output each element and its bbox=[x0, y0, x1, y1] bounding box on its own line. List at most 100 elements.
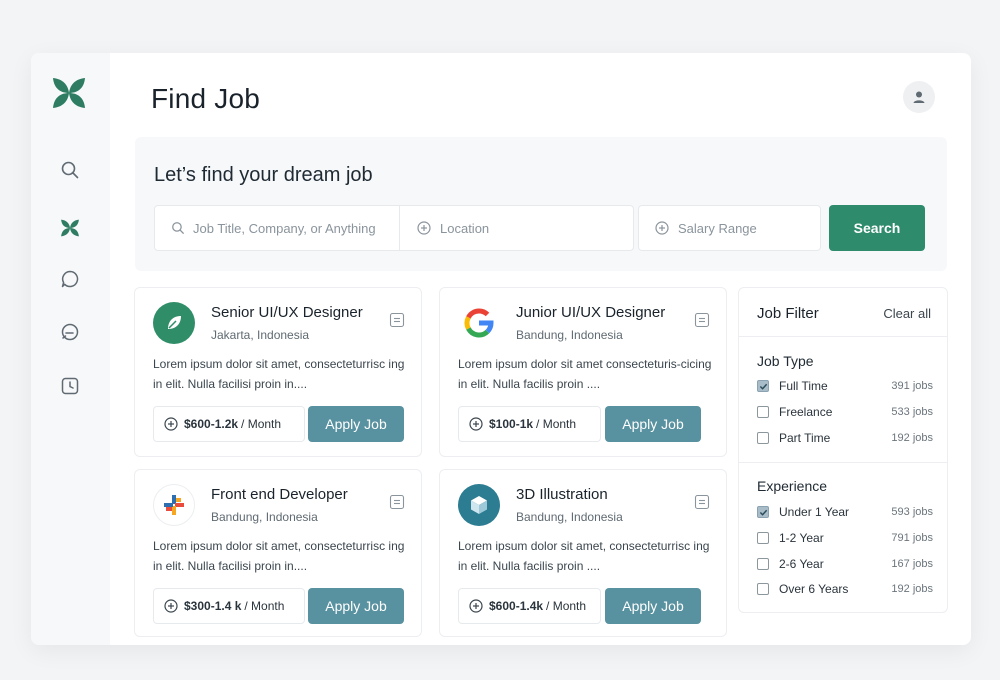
option-count: 192 jobs bbox=[891, 432, 933, 444]
keyword-input[interactable] bbox=[193, 220, 383, 236]
save-job-icon[interactable] bbox=[694, 312, 710, 328]
job-card[interactable]: Senior UI/UX Designer Jakarta, Indonesia… bbox=[134, 287, 422, 457]
option-count: 192 jobs bbox=[891, 583, 933, 595]
save-job-icon[interactable] bbox=[389, 494, 405, 510]
message-icon bbox=[61, 323, 79, 341]
salary-period: / Month bbox=[241, 417, 282, 431]
option-count: 167 jobs bbox=[891, 558, 933, 570]
plus-circle-icon bbox=[469, 599, 483, 613]
salary-badge: $600-1.4k / Month bbox=[458, 588, 601, 624]
job-title[interactable]: Front end Developer bbox=[211, 486, 348, 503]
job-title[interactable]: Junior UI/UX Designer bbox=[516, 304, 665, 321]
user-icon bbox=[913, 91, 925, 103]
filter-option-over-6-years[interactable]: Over 6 Years 192 jobs bbox=[757, 580, 933, 598]
search-panel-title: Let’s find your dream job bbox=[154, 164, 373, 186]
option-label: 1-2 Year bbox=[779, 531, 824, 545]
option-count: 791 jobs bbox=[891, 532, 933, 544]
search-button[interactable]: Search bbox=[829, 205, 925, 251]
location-field bbox=[417, 206, 627, 250]
experience-title: Experience bbox=[757, 478, 828, 494]
nav-messages[interactable] bbox=[58, 320, 82, 344]
salary-amount: $300-1.4 k bbox=[184, 599, 242, 613]
option-count: 593 jobs bbox=[891, 506, 933, 518]
salary-input[interactable] bbox=[678, 220, 808, 236]
app-window: Find Job Let’s find your dream job Searc… bbox=[31, 53, 971, 645]
salary-period: / Month bbox=[536, 417, 577, 431]
option-count: 391 jobs bbox=[891, 380, 933, 392]
salary-period: / Month bbox=[546, 599, 587, 613]
checkbox[interactable] bbox=[757, 506, 769, 518]
sidebar bbox=[31, 53, 110, 645]
salary-badge: $100-1k / Month bbox=[458, 406, 601, 442]
divider bbox=[739, 462, 947, 463]
option-label: 2-6 Year bbox=[779, 557, 824, 571]
search-icon bbox=[61, 161, 79, 179]
filter-option-part-time[interactable]: Part Time 192 jobs bbox=[757, 429, 933, 447]
clock-icon bbox=[61, 377, 79, 395]
job-description: Lorem ipsum dolor sit amet consecteturis… bbox=[458, 357, 712, 391]
search-panel: Let’s find your dream job Search bbox=[135, 137, 947, 271]
avatar[interactable] bbox=[903, 81, 935, 113]
apply-job-button[interactable]: Apply Job bbox=[308, 588, 404, 624]
job-location: Bandung, Indonesia bbox=[211, 510, 318, 524]
location-input[interactable] bbox=[440, 220, 620, 236]
checkbox[interactable] bbox=[757, 583, 769, 595]
field-divider bbox=[399, 206, 400, 250]
job-card[interactable]: 3D Illustration Bandung, Indonesia Lorem… bbox=[439, 469, 727, 637]
apply-job-button[interactable]: Apply Job bbox=[605, 588, 701, 624]
checkbox[interactable] bbox=[757, 532, 769, 544]
company-logo-cross-icon bbox=[153, 484, 195, 526]
app-logo-icon[interactable] bbox=[51, 75, 87, 111]
job-card[interactable]: Junior UI/UX Designer Bandung, Indonesia… bbox=[439, 287, 727, 457]
filter-title: Job Filter bbox=[757, 305, 819, 322]
salary-field bbox=[638, 205, 821, 251]
checkbox[interactable] bbox=[757, 380, 769, 392]
filter-option-freelance[interactable]: Freelance 533 jobs bbox=[757, 403, 933, 421]
filter-option-1-2-year[interactable]: 1-2 Year 791 jobs bbox=[757, 529, 933, 547]
salary-amount: $600-1.2k bbox=[184, 417, 239, 431]
salary-badge: $300-1.4 k / Month bbox=[153, 588, 305, 624]
divider bbox=[739, 336, 947, 337]
job-title[interactable]: 3D Illustration bbox=[516, 486, 608, 503]
checkbox[interactable] bbox=[757, 406, 769, 418]
option-label: Over 6 Years bbox=[779, 582, 849, 596]
job-location: Jakarta, Indonesia bbox=[211, 328, 310, 342]
checkbox[interactable] bbox=[757, 558, 769, 570]
option-label: Full Time bbox=[779, 379, 828, 393]
salary-plus-icon bbox=[655, 221, 669, 235]
job-card[interactable]: Front end Developer Bandung, Indonesia L… bbox=[134, 469, 422, 637]
plus-circle-icon bbox=[164, 417, 178, 431]
save-job-icon[interactable] bbox=[389, 312, 405, 328]
company-logo-leaf-icon bbox=[153, 302, 195, 344]
salary-period: / Month bbox=[244, 599, 285, 613]
nav-chat[interactable] bbox=[58, 267, 82, 291]
option-count: 533 jobs bbox=[891, 406, 933, 418]
search-box bbox=[154, 205, 634, 251]
company-logo-cube-icon bbox=[458, 484, 500, 526]
plus-circle-icon bbox=[469, 417, 483, 431]
option-label: Part Time bbox=[779, 431, 831, 445]
job-title[interactable]: Senior UI/UX Designer bbox=[211, 304, 363, 321]
location-plus-icon bbox=[417, 221, 431, 235]
checkbox[interactable] bbox=[757, 432, 769, 444]
nav-search[interactable] bbox=[58, 158, 82, 182]
plus-circle-icon bbox=[164, 599, 178, 613]
job-filter-panel: Job Filter Clear all Job Type Full Time … bbox=[738, 287, 948, 613]
save-job-icon[interactable] bbox=[694, 494, 710, 510]
filter-option-full-time[interactable]: Full Time 391 jobs bbox=[757, 377, 933, 395]
leaf-logo-icon bbox=[61, 219, 79, 237]
apply-job-button[interactable]: Apply Job bbox=[308, 406, 404, 442]
job-location: Bandung, Indonesia bbox=[516, 328, 623, 342]
nav-history[interactable] bbox=[58, 374, 82, 398]
salary-amount: $600-1.4k bbox=[489, 599, 544, 613]
job-type-title: Job Type bbox=[757, 353, 814, 369]
job-description: Lorem ipsum dolor sit amet, consecteturr… bbox=[153, 539, 405, 573]
nav-jobs[interactable] bbox=[58, 216, 82, 240]
apply-job-button[interactable]: Apply Job bbox=[605, 406, 701, 442]
job-location: Bandung, Indonesia bbox=[516, 510, 623, 524]
filter-option-2-6-year[interactable]: 2-6 Year 167 jobs bbox=[757, 555, 933, 573]
filter-option-under-1-year[interactable]: Under 1 Year 593 jobs bbox=[757, 503, 933, 521]
clear-all-button[interactable]: Clear all bbox=[883, 306, 931, 321]
job-description: Lorem ipsum dolor sit amet, consecteturr… bbox=[153, 357, 405, 391]
chat-bubble-icon bbox=[61, 270, 79, 288]
